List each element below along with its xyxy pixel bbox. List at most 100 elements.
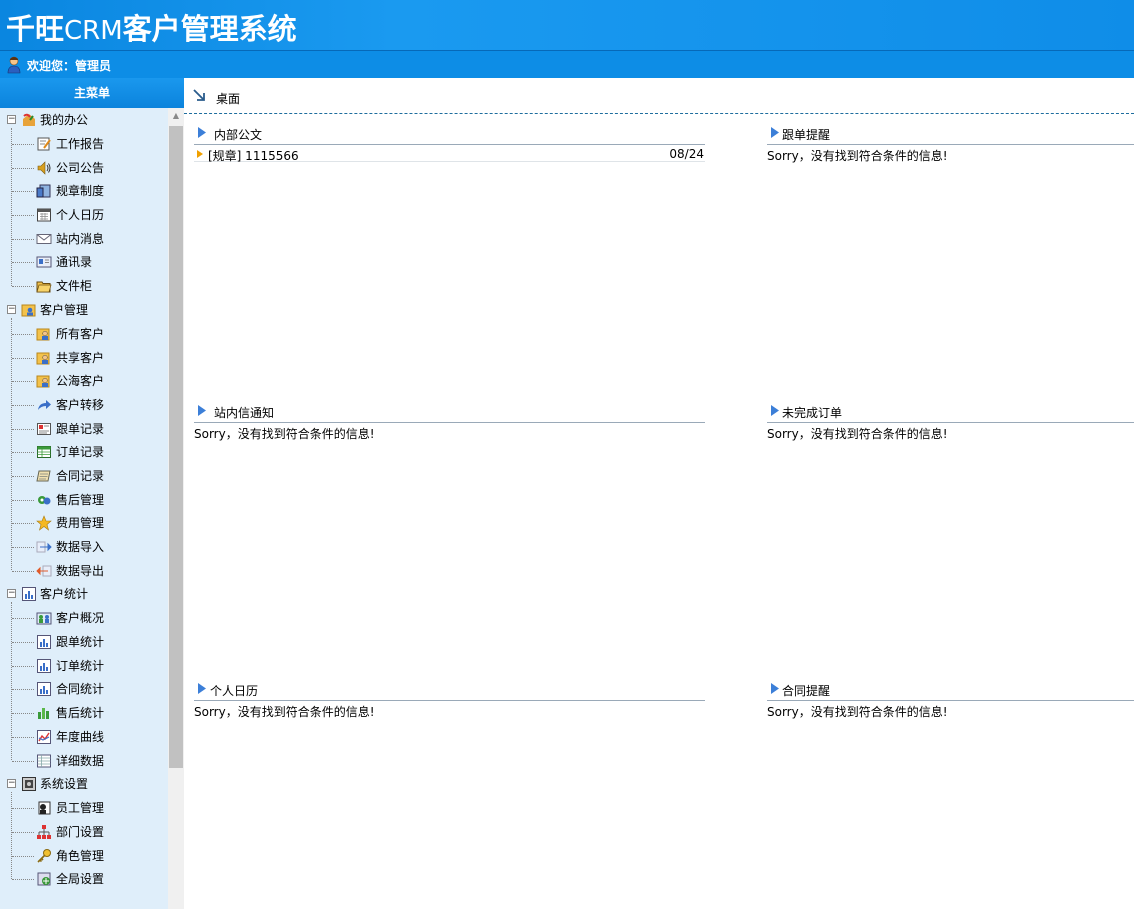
customer-icon — [36, 375, 50, 388]
collapse-toggle-icon[interactable]: − — [7, 779, 16, 789]
sidebar-item-label: 合同记录 — [56, 468, 105, 483]
sidebar-item[interactable]: 跟单统计 — [0, 630, 168, 654]
key-icon — [37, 848, 51, 863]
sidebar-item[interactable]: 售后管理 — [0, 488, 168, 512]
global-settings-icon — [37, 872, 51, 886]
sidebar-item-label: 客户转移 — [56, 397, 105, 412]
sidebar-item-label: 个人日历 — [56, 208, 105, 223]
staff-icon — [38, 801, 51, 815]
scroll-up-icon[interactable]: ▲ — [168, 108, 184, 124]
sidebar-item[interactable]: 全局设置 — [0, 867, 168, 891]
sidebar-item[interactable]: 公司公告 — [0, 156, 168, 180]
sidebar-item[interactable]: 合同统计 — [0, 677, 168, 701]
collapse-toggle-icon[interactable]: − — [7, 304, 16, 314]
doc-row[interactable]: [规章] 1115566 08/24 — [194, 145, 705, 164]
empty-message: Sorry，没有找到符合条件的信息! — [194, 427, 375, 441]
sidebar-item[interactable]: 通讯录 — [0, 250, 168, 274]
sidebar-item-label: 数据导入 — [56, 540, 105, 554]
sidebar-item[interactable]: 年度曲线 — [0, 725, 168, 749]
sidebar-item[interactable]: 客户概况 — [0, 606, 168, 630]
panel-title: 未完成订单 — [782, 406, 843, 420]
sidebar-item[interactable]: 费用管理 — [0, 511, 168, 535]
app-header: 千旺CRM客户管理系统 — [0, 0, 1134, 50]
panel-title: 内部公文 — [214, 128, 263, 142]
sidebar-item[interactable]: 共享客户 — [0, 346, 168, 370]
user-icon — [7, 56, 21, 74]
overview-icon — [36, 612, 52, 625]
export-arrow-icon — [36, 565, 52, 577]
sidebar-item[interactable]: 部门设置 — [0, 820, 168, 844]
menu-group-label: 系统设置 — [40, 777, 89, 792]
empty-message: Sorry，没有找到符合条件的信息! — [767, 427, 948, 441]
sidebar-item[interactable]: 公海客户 — [0, 369, 168, 393]
sidebar-item-label: 订单记录 — [56, 445, 105, 460]
sidebar-item[interactable]: 数据导入 — [0, 535, 168, 559]
bar-chart-icon — [37, 682, 51, 697]
menu-group-label: 我的办公 — [40, 113, 89, 127]
sidebar-item[interactable]: 规章制度 — [0, 179, 168, 203]
menu-title: 主菜单 — [0, 78, 184, 108]
desktop-label: 桌面 — [216, 92, 241, 106]
collapse-toggle-icon[interactable]: − — [7, 589, 16, 599]
sidebar-item[interactable]: 个人日历 — [0, 203, 168, 227]
panel-header: 个人日历 — [194, 671, 705, 701]
sidebar-item-label: 规章制度 — [56, 184, 105, 199]
sidebar-item-label: 公司公告 — [56, 160, 105, 175]
scrollbar-thumb[interactable] — [169, 126, 183, 768]
collapse-toggle-icon[interactable]: − — [7, 115, 16, 124]
welcome-text: 欢迎您：管理员 — [27, 59, 112, 73]
contract-icon — [36, 470, 51, 482]
sidebar-item[interactable]: 详细数据 — [0, 749, 168, 773]
sidebar-item-label: 员工管理 — [56, 801, 105, 816]
panel-followup-reminder: 跟单提醒 Sorry，没有找到符合条件的信息! — [767, 115, 1134, 164]
sidebar-item[interactable]: 角色管理 — [0, 844, 168, 868]
triangle-right-icon — [771, 683, 779, 694]
panel-personal-calendar: 个人日历 Sorry，没有找到符合条件的信息! — [194, 671, 705, 720]
sidebar-item-label: 合同统计 — [56, 682, 105, 697]
panel-header: 未完成订单 — [767, 393, 1134, 423]
panel-title: 跟单提醒 — [782, 128, 831, 142]
sidebar-item[interactable]: 所有客户 — [0, 322, 168, 346]
sidebar-scrollbar[interactable]: ▲ — [168, 108, 184, 909]
bullet-arrow-icon — [197, 150, 203, 158]
office-icon — [23, 113, 35, 126]
sidebar-item[interactable]: 售后统计 — [0, 701, 168, 725]
menu-tree: − 我的办公工作报告公司公告规章制度个人日历站内消息 通讯录 文件柜 − 客户管理 所有客户… — [0, 108, 168, 909]
star-icon — [36, 515, 52, 532]
order-table-icon — [37, 446, 51, 459]
menu-group-items: 工作报告公司公告规章制度个人日历站内消息 通讯录 文件柜 — [0, 128, 168, 298]
sidebar-item-label: 部门设置 — [56, 824, 105, 839]
sidebar-item[interactable]: 工作报告 — [0, 132, 168, 156]
empty-message: Sorry，没有找到符合条件的信息! — [194, 705, 375, 719]
transfer-arrow-icon — [38, 399, 51, 410]
envelope-icon — [36, 233, 52, 244]
menu-group-header[interactable]: − 系统设置 — [0, 772, 168, 796]
sidebar-item-label: 数据导出 — [56, 563, 105, 578]
stats-icon — [22, 587, 36, 602]
sidebar-item[interactable]: 数据导出 — [0, 559, 168, 583]
sidebar-item[interactable]: 订单记录 — [0, 440, 168, 464]
sidebar: 主菜单 − 我的办公工作报告公司公告规章制度个人日历站内消息 通讯录 文件柜 − 客户管理… — [0, 78, 184, 909]
sidebar-item[interactable]: 员工管理 — [0, 796, 168, 820]
menu-group-items: 客户概况 跟单统计 订单统计合同统计售后统计 年度曲线 详细数据 — [0, 602, 168, 773]
import-arrow-icon — [36, 541, 52, 553]
sidebar-item[interactable]: 合同记录 — [0, 464, 168, 488]
sidebar-item[interactable]: 站内消息 — [0, 227, 168, 251]
sidebar-item[interactable]: 订单统计 — [0, 654, 168, 678]
panel-contract-reminder: 合同提醒 Sorry，没有找到符合条件的信息! — [767, 671, 1134, 720]
sidebar-item[interactable]: 文件柜 — [0, 274, 168, 298]
menu-group-header[interactable]: − 我的办公 — [0, 108, 168, 132]
sidebar-item-label: 公海客户 — [56, 374, 105, 389]
triangle-right-icon — [771, 405, 779, 416]
panel-header: 站内信通知 — [194, 393, 705, 423]
sidebar-item[interactable]: 客户转移 — [0, 393, 168, 417]
triangle-right-icon — [198, 405, 206, 416]
menu-group-header[interactable]: − 客户管理 — [0, 298, 168, 322]
menu-group-header[interactable]: − 客户统计 — [0, 582, 168, 606]
menu-group: − 我的办公工作报告公司公告规章制度个人日历站内消息 通讯录 文件柜 — [0, 108, 168, 298]
sidebar-item[interactable]: 跟单记录 — [0, 417, 168, 441]
triangle-right-icon — [198, 683, 206, 694]
arrow-down-right-icon — [193, 89, 205, 101]
doc-title-link[interactable]: [规章] 1115566 — [208, 147, 299, 164]
triangle-right-icon — [198, 127, 206, 138]
